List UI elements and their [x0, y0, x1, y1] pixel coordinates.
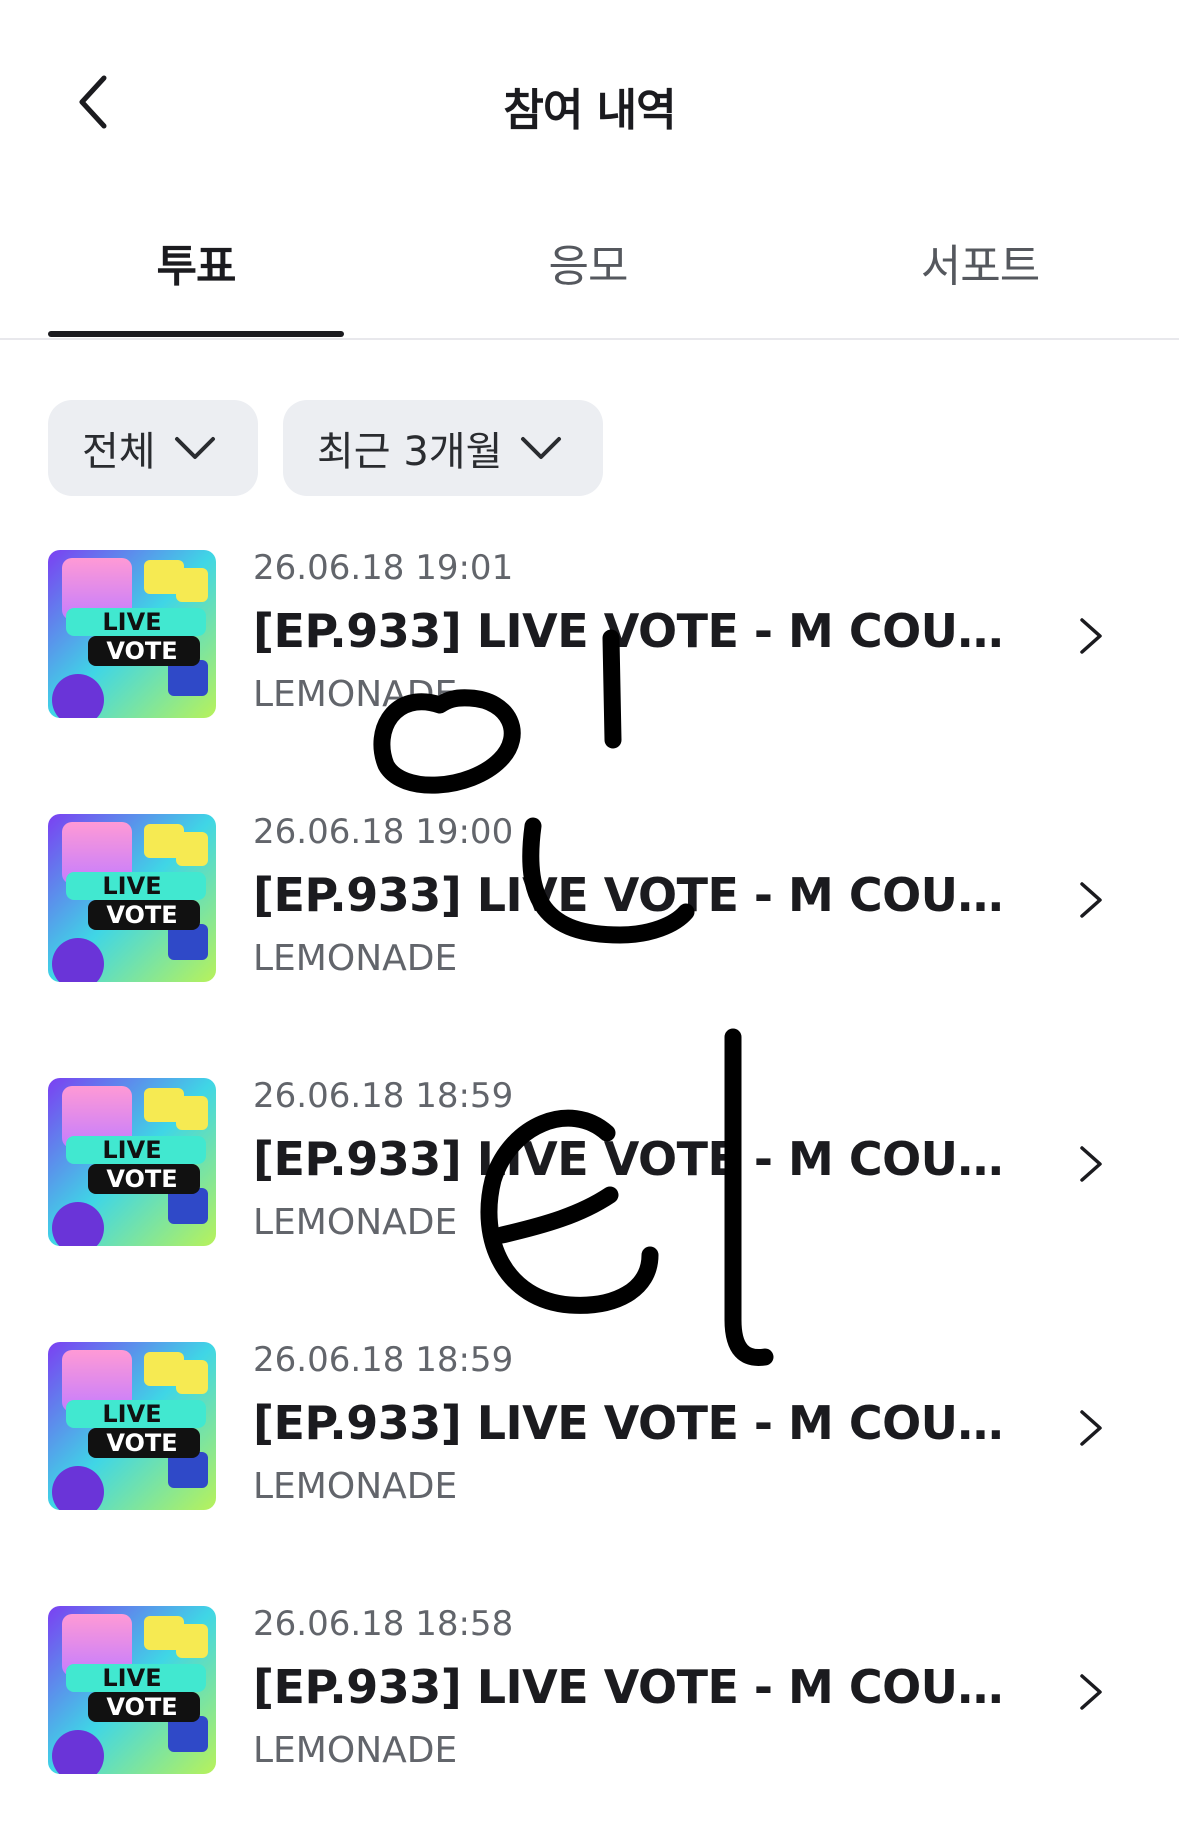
chevron-right-icon	[1080, 1410, 1102, 1446]
list-item[interactable]: LIVE VOTE 26.06.18 19:00 [EP.933] LIVE V…	[0, 812, 1179, 988]
list-item[interactable]: LIVE VOTE 26.06.18 18:59 [EP.933] LIVE V…	[0, 1340, 1179, 1516]
svg-text:LIVE: LIVE	[102, 1664, 161, 1692]
svg-text:LIVE: LIVE	[102, 608, 161, 636]
period-filter-label: 최근 3개월	[317, 429, 503, 475]
chevron-down-icon	[174, 437, 215, 459]
live-vote-thumbnail: LIVE VOTE	[48, 550, 216, 718]
item-date: 26.06.18 18:58	[253, 1604, 514, 1644]
svg-text:VOTE: VOTE	[106, 1693, 177, 1721]
svg-text:LIVE: LIVE	[102, 1136, 161, 1164]
tab-entry[interactable]: 응모	[392, 230, 784, 294]
live-vote-thumbnail: LIVE VOTE	[48, 1078, 216, 1246]
list-item[interactable]: LIVE VOTE 26.06.18 18:58 [EP.933] LIVE V…	[0, 1604, 1179, 1780]
type-filter-dropdown[interactable]: 전체	[48, 400, 258, 496]
svg-text:LIVE: LIVE	[102, 1400, 161, 1428]
chevron-down-icon	[521, 437, 562, 459]
chevron-right-icon	[1080, 1674, 1102, 1710]
type-filter-label: 전체	[82, 429, 156, 475]
header: 참여 내역	[0, 0, 1179, 200]
period-filter-dropdown[interactable]: 최근 3개월	[283, 400, 603, 496]
item-date: 26.06.18 19:00	[253, 812, 514, 852]
svg-text:VOTE: VOTE	[106, 1165, 177, 1193]
item-subtitle: LEMONADE	[253, 674, 458, 715]
tab-bar: 투표 응모 서포트	[0, 200, 1179, 340]
item-title: [EP.933] LIVE VOTE - M COUNTDOWN	[253, 1660, 1013, 1714]
page-title: 참여 내역	[503, 85, 676, 136]
item-date: 26.06.18 19:01	[253, 548, 514, 588]
live-vote-thumbnail: LIVE VOTE	[48, 1342, 216, 1510]
list-item[interactable]: LIVE VOTE 26.06.18 18:59 [EP.933] LIVE V…	[0, 1076, 1179, 1252]
item-date: 26.06.18 18:59	[253, 1076, 514, 1116]
live-vote-thumbnail: LIVE VOTE	[48, 1606, 216, 1774]
item-date: 26.06.18 18:59	[253, 1340, 514, 1380]
tab-vote[interactable]: 투표	[0, 230, 392, 294]
item-title: [EP.933] LIVE VOTE - M COUNTDOWN	[253, 604, 1013, 658]
tabs-divider	[0, 338, 1179, 340]
list-item[interactable]: LIVE VOTE 26.06.18 19:01 [EP.933] LIVE V…	[0, 548, 1179, 724]
svg-text:VOTE: VOTE	[106, 901, 177, 929]
item-title: [EP.933] LIVE VOTE - M COUNTDOWN	[253, 1132, 1013, 1186]
item-title: [EP.933] LIVE VOTE - M COUNTDOWN	[253, 868, 1013, 922]
svg-text:VOTE: VOTE	[106, 637, 177, 665]
tab-support[interactable]: 서포트	[784, 230, 1176, 294]
item-subtitle: LEMONADE	[253, 1202, 458, 1243]
chevron-right-icon	[1080, 618, 1102, 654]
chevron-right-icon	[1080, 1146, 1102, 1182]
svg-text:LIVE: LIVE	[102, 872, 161, 900]
item-subtitle: LEMONADE	[253, 1730, 458, 1771]
chevron-right-icon	[1080, 882, 1102, 918]
item-subtitle: LEMONADE	[253, 938, 458, 979]
active-tab-indicator	[48, 331, 344, 337]
item-title: [EP.933] LIVE VOTE - M COUNTDOWN	[253, 1396, 1013, 1450]
svg-text:VOTE: VOTE	[106, 1429, 177, 1457]
live-vote-thumbnail: LIVE VOTE	[48, 814, 216, 982]
item-subtitle: LEMONADE	[253, 1466, 458, 1507]
